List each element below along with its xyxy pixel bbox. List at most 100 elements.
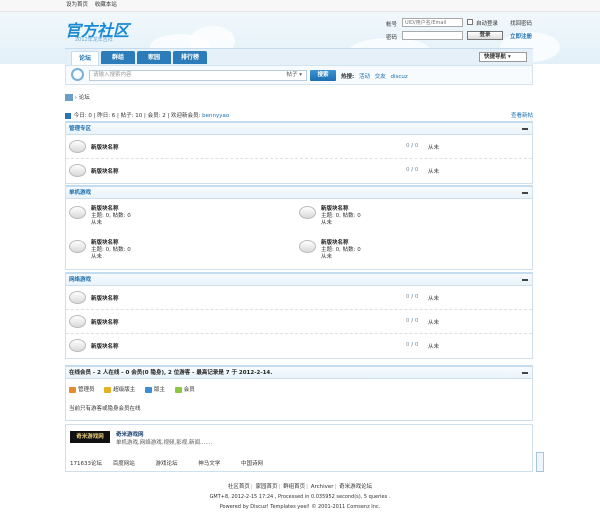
forum-last-post: 从未 [428, 320, 440, 326]
section-title[interactable]: 管理专区 [69, 126, 91, 132]
new-member-link[interactable]: bennyyao [202, 113, 229, 119]
forum-last-post: 从未 [428, 145, 440, 151]
forum-counts: 0 / 0 [406, 342, 419, 348]
home-icon[interactable] [65, 94, 73, 101]
forum-posts: 0 [414, 143, 419, 149]
section-title[interactable]: 网络游戏 [69, 277, 91, 283]
view-new-posts-link[interactable]: 查看新帖 [511, 111, 533, 119]
tab-ranking[interactable]: 排行榜 [173, 51, 207, 64]
search-icon [71, 68, 84, 81]
footer-link[interactable]: 群组首页 [283, 484, 305, 490]
friend-link[interactable]: 中国诗网 [241, 459, 282, 467]
login-button[interactable]: 登录 [467, 31, 503, 40]
legend-item: 超级版主 [104, 385, 135, 393]
chevron-down-icon: ▾ [507, 54, 511, 60]
friend-link[interactable]: 171633论坛 [70, 459, 111, 467]
section-title[interactable]: 单机游戏 [69, 190, 91, 196]
forum-cell: 新版块名称 主题: 0, 帖数: 0 从未 [296, 201, 526, 235]
forum-last-post: 从未 [321, 220, 333, 226]
tab-forum[interactable]: 论坛 [71, 51, 99, 66]
super-moderator-icon [104, 386, 112, 393]
forum-count: 0 [406, 167, 410, 173]
footer-link[interactable]: 奇米游戏论坛 [339, 484, 372, 490]
forum-last-post: 从未 [321, 254, 333, 260]
friend-link[interactable]: 百度网站 [113, 459, 154, 467]
moderator-icon [145, 386, 153, 393]
stats-icon [65, 112, 71, 119]
forum-posts: 0 [414, 342, 419, 348]
forum-counts: 0 / 0 [406, 294, 419, 300]
login-form: 帐号 自动登录 找回密码 密码 登录 立即注册 [386, 18, 536, 44]
forum-bubble-icon [69, 164, 86, 177]
forum-row: 新版块名称 0 / 0 从未 [66, 286, 532, 310]
footer-link[interactable]: Archiver [311, 484, 334, 490]
friend-link-list: 171633论坛 百度网站 游戏论坛 神马文学 中国诗网 [70, 459, 530, 467]
hot-link[interactable]: 交友 [375, 74, 386, 80]
collapse-icon[interactable] [522, 192, 528, 194]
forum-counts: 0 / 0 [406, 167, 419, 173]
online-title[interactable]: 在线会员 - 2 人在线 - 0 会员(0 隐身), 2 位游客 - 最高记录是… [69, 370, 272, 376]
set-home-link[interactable]: 设为首页 [66, 2, 88, 8]
tab-groups[interactable]: 群组 [101, 51, 135, 64]
breadcrumb-separator: › [74, 95, 77, 101]
footer-link[interactable]: 家园首页 [255, 484, 277, 490]
account-input[interactable] [402, 18, 463, 27]
friend-link[interactable]: 神马文学 [198, 459, 239, 467]
forgot-password-link[interactable]: 找回密码 [510, 19, 532, 27]
hot-link[interactable]: 活动 [359, 74, 370, 80]
tab-home[interactable]: 家园 [137, 51, 171, 64]
friend-link[interactable]: 游戏论坛 [156, 459, 197, 467]
search-button[interactable]: 搜索 [310, 70, 336, 81]
forum-bubble-icon [299, 240, 316, 253]
password-input[interactable] [402, 31, 463, 40]
search-placeholder: 请输入搜索内容 [93, 72, 132, 78]
forum-count: 0 [406, 318, 410, 324]
back-to-top-button[interactable] [536, 452, 544, 472]
forum-name[interactable]: 新版块名称 [91, 294, 119, 302]
collapse-icon[interactable] [522, 128, 528, 130]
forum-row: 新版块名称 0 / 0 从未 [66, 310, 532, 334]
forum-row: 新版块名称 0 / 0 从未 [66, 334, 532, 358]
hot-label: 热搜: [341, 74, 355, 80]
forum-row: 新版块名称 0 / 0 从未 [66, 135, 532, 159]
friend-logo[interactable]: 奇米游戏网 [70, 431, 110, 443]
forum-name[interactable]: 新版块名称 [91, 167, 119, 175]
forum-posts: 0 [414, 318, 419, 324]
forum-cell: 新版块名称 主题: 0, 帖数: 0 从未 [66, 201, 296, 235]
online-members: 在线会员 - 2 人在线 - 0 会员(0 隐身), 2 位游客 - 最高记录是… [65, 365, 533, 421]
forum-bubble-icon [69, 140, 86, 153]
bookmark-link[interactable]: 收藏本站 [95, 2, 117, 8]
footer-link[interactable]: 社区首页 [228, 484, 250, 490]
section-single-player: 单机游戏 新版块名称 主题: 0, 帖数: 0 从未 新版块名称 主题: 0, … [65, 185, 533, 270]
forum-name[interactable]: 新版块名称 [91, 342, 119, 350]
forum-last-post: 从未 [428, 296, 440, 302]
forum-bubble-icon [69, 291, 86, 304]
collapse-icon[interactable] [522, 372, 528, 374]
forum-bubble-icon [299, 206, 316, 219]
friend-name[interactable]: 奇米游戏网 [116, 430, 144, 438]
collapse-icon[interactable] [522, 279, 528, 281]
section-online-games: 网络游戏 新版块名称 0 / 0 从未 新版块名称 0 / 0 从未 新版块名称… [65, 272, 533, 359]
hot-link[interactable]: discuz [390, 74, 407, 80]
section-admin: 管理专区 新版块名称 0 / 0 从未 新版块名称 0 / 0 从未 [65, 121, 533, 184]
forum-cell: 新版块名称 主题: 0, 帖数: 0 从未 [296, 235, 526, 269]
forum-row: 新版块名称 0 / 0 从未 [66, 159, 532, 183]
remember-checkbox[interactable] [467, 19, 473, 25]
breadcrumb-current[interactable]: 论坛 [79, 95, 90, 101]
register-link[interactable]: 立即注册 [510, 32, 532, 40]
legend-label: 版主 [154, 387, 166, 393]
forum-grid: 新版块名称 主题: 0, 帖数: 0 从未 新版块名称 主题: 0, 帖数: 0… [66, 199, 532, 269]
forum-bubble-icon [69, 206, 86, 219]
quick-nav-button[interactable]: 快捷导航 ▾ [479, 52, 527, 62]
legend-label: 管理员 [78, 387, 95, 393]
forum-name[interactable]: 新版块名称 [91, 143, 119, 151]
search-input[interactable]: 请输入搜索内容 帖子 ▾ [89, 70, 307, 81]
legend-item: 会员 [174, 385, 195, 393]
forum-count: 0 [406, 294, 410, 300]
remember-label: 自动登录 [476, 21, 499, 27]
top-bar: 设为首页 收藏本站 [0, 0, 600, 12]
forum-counts: 0 / 0 [406, 318, 419, 324]
search-type-select[interactable]: 帖子 ▾ [286, 71, 302, 80]
forum-name[interactable]: 新版块名称 [91, 318, 119, 326]
forum-last-post: 从未 [428, 344, 440, 350]
